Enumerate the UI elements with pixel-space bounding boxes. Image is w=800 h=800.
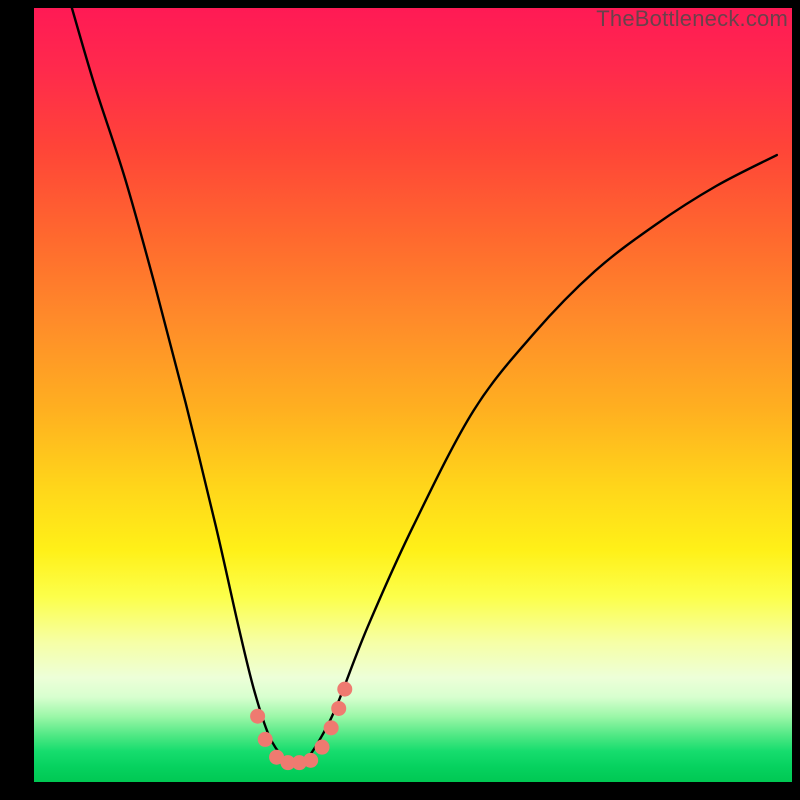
plot-area — [34, 8, 792, 782]
chart-frame: TheBottleneck.com — [0, 0, 800, 800]
curve-marker — [258, 732, 273, 747]
curve-layer — [34, 8, 792, 782]
curve-marker — [315, 740, 330, 755]
curve-marker — [337, 682, 352, 697]
watermark-text: TheBottleneck.com — [596, 6, 788, 32]
curve-marker — [250, 709, 265, 724]
curve-marker — [303, 753, 318, 768]
curve-marker — [331, 701, 346, 716]
curve-marker — [324, 720, 339, 735]
bottleneck-curve-path — [72, 8, 777, 765]
